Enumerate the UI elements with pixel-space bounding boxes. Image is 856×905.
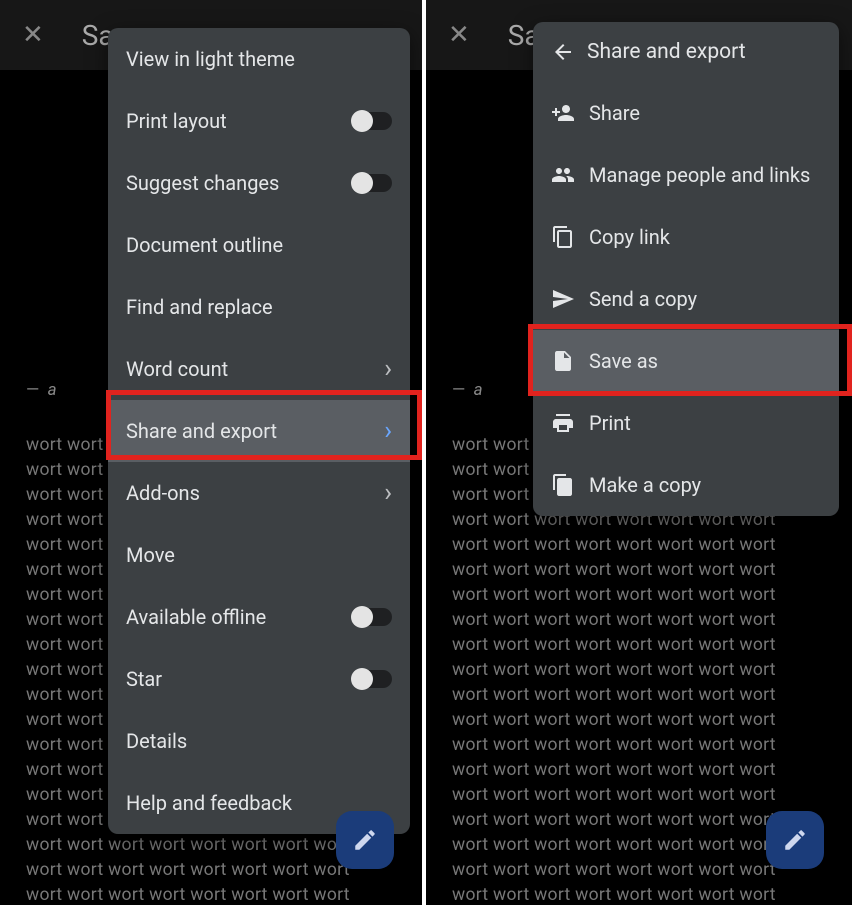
submenu-item-label: Share [589, 101, 821, 126]
submenu-item-label: Copy link [589, 225, 821, 250]
duplicate-icon [551, 473, 589, 497]
menu-item-document-outline[interactable]: Document outline [108, 214, 410, 276]
send-icon [551, 287, 589, 311]
menu-item-suggest-changes[interactable]: Suggest changes [108, 152, 410, 214]
menu-item-label: Word count [126, 357, 384, 382]
submenu-item-label: Manage people and links [589, 163, 821, 188]
submenu-item-copy-link[interactable]: Copy link [533, 206, 839, 268]
chevron-right-icon: › [384, 354, 392, 384]
menu-item-label: Document outline [126, 233, 392, 258]
edit-fab[interactable] [336, 811, 394, 869]
overflow-menu: View in light theme Print layout Suggest c… [108, 28, 410, 834]
menu-item-label: Details [126, 729, 392, 754]
submenu-item-manage-people-and-links[interactable]: Manage people and links [533, 144, 839, 206]
submenu-item-print[interactable]: Print [533, 392, 839, 454]
close-icon[interactable]: ✕ [448, 20, 470, 50]
menu-item-label: View in light theme [126, 47, 392, 72]
menu-item-label: Suggest changes [126, 171, 352, 196]
pencil-icon [782, 827, 808, 853]
back-icon[interactable] [551, 40, 587, 64]
menu-item-share-and-export[interactable]: Share and export› [108, 400, 410, 462]
menu-item-details[interactable]: Details [108, 710, 410, 772]
menu-item-view-in-light-theme[interactable]: View in light theme [108, 28, 410, 90]
file-icon [551, 349, 589, 373]
submenu-title: Share and export [587, 40, 746, 64]
submenu-item-label: Save as [589, 349, 821, 374]
menu-item-find-and-replace[interactable]: Find and replace [108, 276, 410, 338]
submenu-header: Share and export [533, 22, 839, 82]
toggle-switch[interactable] [352, 174, 392, 192]
toggle-switch[interactable] [352, 670, 392, 688]
close-icon[interactable]: ✕ [22, 20, 44, 50]
menu-item-label: Move [126, 543, 392, 568]
menu-item-label: Find and replace [126, 295, 392, 320]
submenu-item-label: Make a copy [589, 473, 821, 498]
menu-item-word-count[interactable]: Word count› [108, 338, 410, 400]
menu-item-add-ons[interactable]: Add-ons› [108, 462, 410, 524]
menu-item-label: Share and export [126, 419, 384, 444]
people-icon [551, 163, 589, 187]
toggle-switch[interactable] [352, 608, 392, 626]
menu-item-label: Add-ons [126, 481, 384, 506]
menu-item-label: Print layout [126, 109, 352, 134]
submenu-item-save-as[interactable]: Save as [533, 330, 839, 392]
pencil-icon [352, 827, 378, 853]
menu-item-star[interactable]: Star [108, 648, 410, 710]
submenu-item-send-a-copy[interactable]: Send a copy [533, 268, 839, 330]
submenu-item-share[interactable]: Share [533, 82, 839, 144]
copy-icon [551, 225, 589, 249]
chevron-right-icon: › [384, 478, 392, 508]
submenu-item-label: Send a copy [589, 287, 821, 312]
chevron-right-icon: › [384, 416, 392, 446]
menu-item-available-offline[interactable]: Available offline [108, 586, 410, 648]
menu-item-print-layout[interactable]: Print layout [108, 90, 410, 152]
print-icon [551, 411, 589, 435]
menu-item-move[interactable]: Move [108, 524, 410, 586]
submenu-item-label: Print [589, 411, 821, 436]
share-export-submenu: Share and export Share Manage people and … [533, 22, 839, 516]
menu-item-label: Star [126, 667, 352, 692]
toggle-switch[interactable] [352, 112, 392, 130]
person-add-icon [551, 101, 589, 125]
menu-item-label: Available offline [126, 605, 352, 630]
submenu-item-make-a-copy[interactable]: Make a copy [533, 454, 839, 516]
edit-fab[interactable] [766, 811, 824, 869]
